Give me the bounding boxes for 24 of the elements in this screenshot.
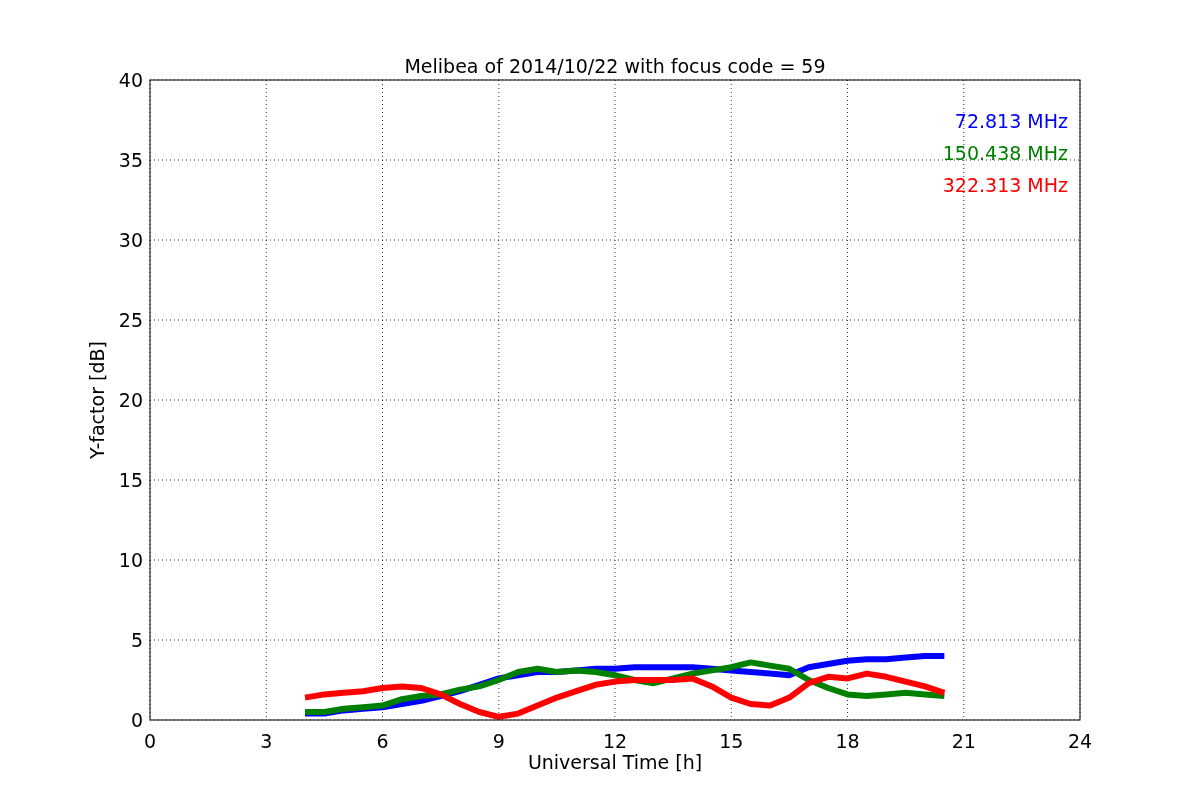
- y-tick-label: 5: [130, 629, 143, 651]
- y-tick-label: 25: [118, 309, 143, 331]
- y-tick-label: 10: [118, 549, 143, 571]
- x-tick-label: 6: [376, 730, 389, 752]
- x-tick-label: 3: [260, 730, 273, 752]
- chart-title: Melibea of 2014/10/22 with focus code = 59: [404, 55, 826, 77]
- legend-label: 72.813 MHz: [954, 110, 1068, 132]
- x-tick-label: 21: [951, 730, 976, 752]
- x-tick-label: 18: [835, 730, 860, 752]
- y-tick-label: 15: [118, 469, 143, 491]
- x-axis-label: Universal Time [h]: [527, 751, 703, 773]
- x-tick-label: 0: [143, 730, 157, 752]
- y-axis-label: Y-factor [dB]: [86, 341, 108, 459]
- x-tick-label: 15: [719, 730, 744, 752]
- y-tick-label: 30: [118, 229, 143, 251]
- x-tick-label: 12: [602, 730, 628, 752]
- y-tick-label: 20: [118, 389, 143, 411]
- legend-label: 150.438 MHz: [942, 142, 1068, 164]
- y-tick-label: 0: [130, 709, 143, 731]
- legend-label: 322.313 MHz: [942, 174, 1068, 196]
- x-tick-label: 24: [1067, 730, 1093, 752]
- x-tick-label: 9: [492, 730, 505, 752]
- y-tick-label: 35: [118, 149, 143, 171]
- y-tick-label: 40: [118, 69, 143, 91]
